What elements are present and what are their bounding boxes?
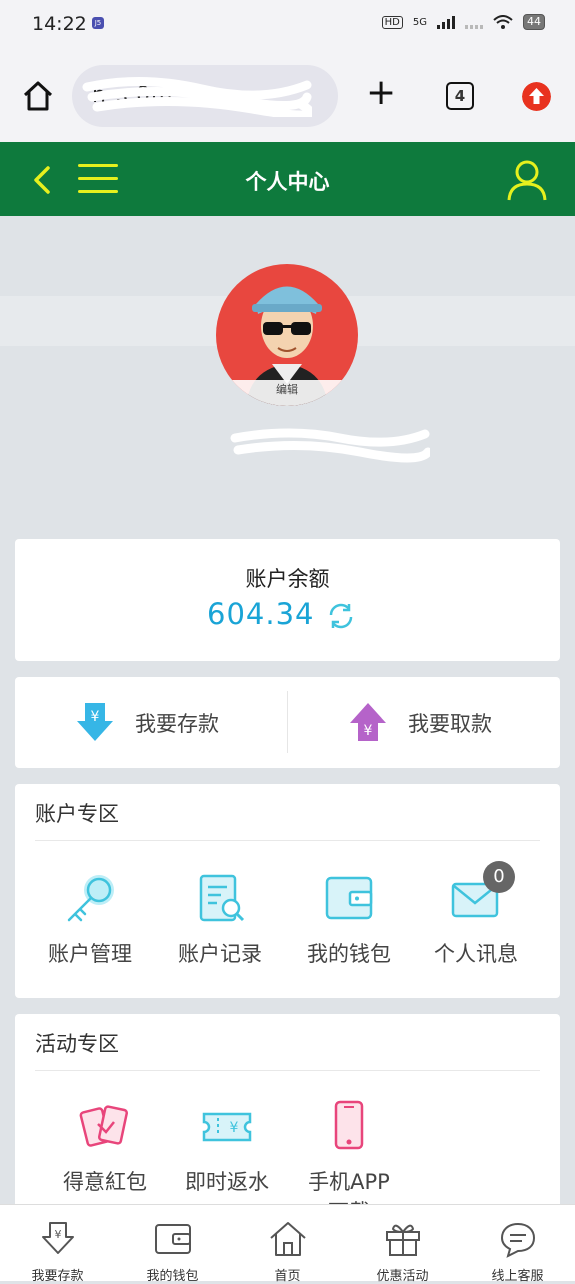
deposit-icon: ¥ <box>41 1222 74 1254</box>
wallet-icon <box>154 1224 191 1254</box>
nav-deposit-label: 我要存款 <box>31 1269 84 1284</box>
account-records-label: 账户记录 <box>178 942 262 966</box>
unread-count-badge: 0 <box>483 861 515 893</box>
wallet-icon <box>325 876 373 920</box>
app-download-label: 手机APP <box>308 1170 390 1194</box>
account-management-label: 账户管理 <box>48 942 132 966</box>
withdraw-arrow-icon: ¥ <box>350 703 386 741</box>
svg-text:¥: ¥ <box>230 1120 239 1136</box>
instant-rebate-label: 即时返水 <box>185 1170 269 1194</box>
refresh-icon[interactable] <box>326 601 356 631</box>
account-zone-card: 账户专区 账户管理 账户记录 我的钱包 个人讯息 0 <box>15 784 560 998</box>
status-bar: 14:22 J5 HD 5G 44 <box>0 0 575 50</box>
home-icon <box>269 1222 306 1256</box>
deposit-arrow-icon: ¥ <box>77 703 113 741</box>
red-envelope-item[interactable]: 得意紅包 <box>41 1100 169 1196</box>
section-divider <box>35 1070 540 1071</box>
nav-deposit[interactable]: ¥ 我要存款 <box>0 1205 115 1284</box>
browser-toolbar: h .c0m + 4 <box>0 50 575 142</box>
deposit-button[interactable]: ¥ 我要存款 <box>15 677 287 768</box>
record-icon <box>199 874 245 922</box>
balance-label: 账户余额 <box>245 567 330 591</box>
tab-count-button[interactable]: 4 <box>446 82 474 110</box>
status-indicators: HD 5G 44 <box>381 14 545 30</box>
page-header: 个人中心 <box>0 142 575 216</box>
network-label: 5G <box>412 16 427 28</box>
bottom-navigation: ¥ 我要存款 我的钱包 首页 优惠活动 线上客服 <box>0 1204 575 1284</box>
nav-promotions[interactable]: 优惠活动 <box>345 1205 460 1284</box>
activity-zone-title: 活动专区 <box>35 1032 119 1056</box>
nav-home[interactable]: 首页 <box>230 1205 345 1284</box>
home-icon[interactable] <box>22 80 54 112</box>
status-time: 14:22 <box>32 13 87 35</box>
gift-icon <box>385 1224 420 1256</box>
nav-promotions-label: 优惠活动 <box>376 1269 429 1284</box>
deposit-label: 我要存款 <box>135 712 219 736</box>
svg-text:¥: ¥ <box>91 709 100 725</box>
key-icon <box>67 875 114 922</box>
nav-support[interactable]: 线上客服 <box>460 1205 575 1284</box>
section-divider <box>35 840 540 841</box>
username-redacted <box>230 428 430 463</box>
nav-wallet-label: 我的钱包 <box>146 1269 199 1284</box>
page-title: 个人中心 <box>245 170 330 194</box>
app-badge-icon: J5 <box>92 17 104 29</box>
avatar[interactable]: 编辑 <box>216 264 358 406</box>
personal-messages-item[interactable]: 个人讯息 <box>412 872 540 968</box>
nav-home-label: 首页 <box>274 1269 301 1284</box>
red-envelope-icon <box>79 1105 128 1147</box>
nav-support-label: 线上客服 <box>491 1269 544 1284</box>
red-envelope-label: 得意紅包 <box>63 1170 147 1194</box>
update-arrow-icon[interactable] <box>522 82 551 111</box>
battery-icon: 44 <box>523 14 545 30</box>
my-wallet-label: 我的钱包 <box>307 942 391 966</box>
withdraw-label: 我要取款 <box>408 712 492 736</box>
new-tab-button[interactable]: + <box>366 75 396 112</box>
chat-icon <box>500 1222 535 1258</box>
signal-secondary-icon <box>465 15 483 29</box>
edit-avatar-label[interactable]: 编辑 <box>216 380 358 406</box>
wifi-icon <box>493 14 513 29</box>
account-zone-title: 账户专区 <box>35 802 119 826</box>
deposit-withdraw-card: ¥ 我要存款 ¥ 我要取款 <box>15 677 560 768</box>
balance-card: 账户余额 604.34 <box>15 539 560 661</box>
redaction-scribble <box>82 76 312 117</box>
activity-zone-card: 活动专区 得意紅包 ¥ 即时返水 手机APP 下载 <box>15 1014 560 1224</box>
svg-text:¥: ¥ <box>364 723 373 739</box>
instant-rebate-item[interactable]: ¥ 即时返水 <box>163 1100 291 1196</box>
svg-text:¥: ¥ <box>54 1228 61 1241</box>
nav-wallet[interactable]: 我的钱包 <box>115 1205 230 1284</box>
address-bar[interactable]: h .c0m <box>72 65 338 127</box>
phone-icon <box>334 1100 364 1150</box>
rebate-ticket-icon: ¥ <box>202 1112 252 1142</box>
balance-amount: 604.34 <box>207 597 315 631</box>
account-records-item[interactable]: 账户记录 <box>156 872 284 968</box>
my-wallet-item[interactable]: 我的钱包 <box>285 872 413 968</box>
hd-indicator: HD <box>381 15 403 29</box>
withdraw-button[interactable]: ¥ 我要取款 <box>288 677 560 768</box>
signal-icon <box>437 15 455 29</box>
user-icon[interactable] <box>506 158 548 202</box>
personal-messages-label: 个人讯息 <box>434 942 518 966</box>
account-management-item[interactable]: 账户管理 <box>26 872 154 968</box>
